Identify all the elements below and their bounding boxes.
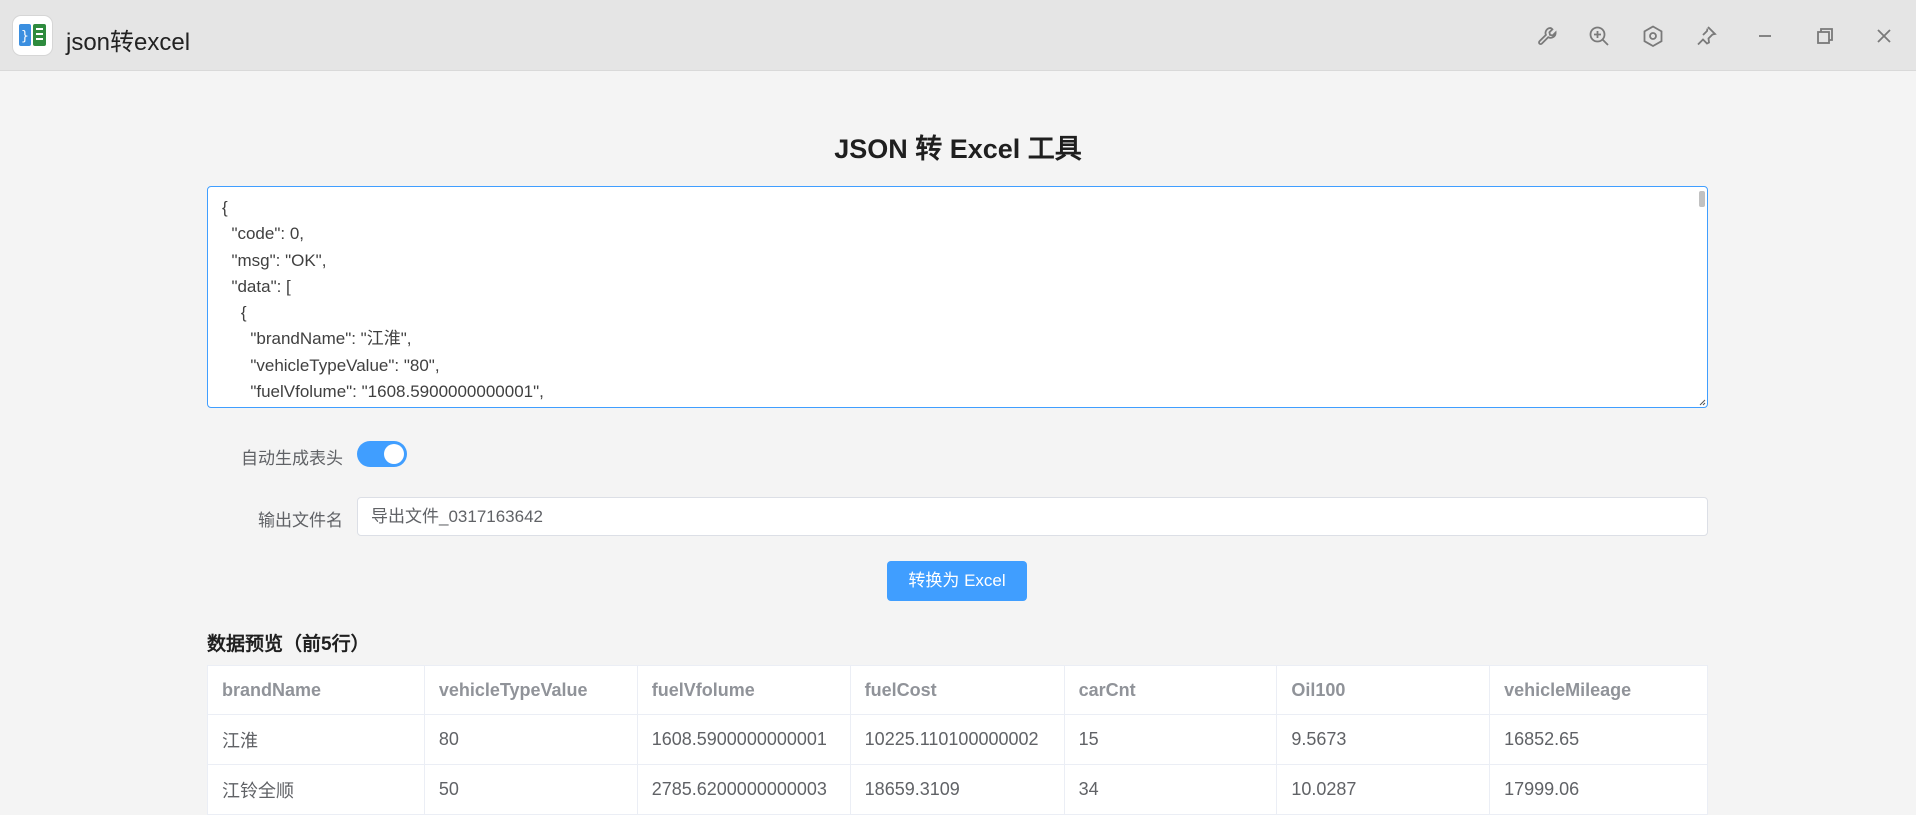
- column-header: vehicleTypeValue: [423, 665, 638, 715]
- column-header: fuelVfolume: [636, 665, 851, 715]
- json-input-textarea[interactable]: { "code": 0, "msg": "OK", "data": [ { "b…: [207, 186, 1708, 408]
- table-cell: 50: [423, 764, 638, 815]
- table-cell: 18659.3109: [849, 764, 1065, 815]
- table-header-row: brandName vehicleTypeValue fuelVfolume f…: [207, 665, 1708, 715]
- settings-hex-icon[interactable]: [1637, 20, 1669, 52]
- svg-text:}: }: [21, 29, 29, 44]
- table-row: 江铃全顺 50 2785.6200000000003 18659.3109 34…: [207, 764, 1708, 815]
- json-input-text[interactable]: { "code": 0, "msg": "OK", "data": [ { "b…: [222, 195, 544, 405]
- table-cell: 15: [1063, 714, 1278, 765]
- column-header: brandName: [207, 665, 425, 715]
- filename-input[interactable]: 导出文件_0317163642: [357, 497, 1708, 536]
- table-cell: 34: [1063, 764, 1278, 815]
- auto-header-label: 自动生成表头: [241, 449, 343, 468]
- title-bar: } json转excel: [0, 0, 1916, 71]
- table-cell: 16852.65: [1489, 714, 1708, 765]
- zoom-in-icon[interactable]: [1583, 20, 1615, 52]
- table-cell: 江铃全顺: [207, 764, 425, 815]
- table-row: 江淮 80 1608.5900000000001 10225.110100000…: [207, 714, 1708, 765]
- scrollbar-thumb[interactable]: [1699, 191, 1705, 207]
- pin-icon[interactable]: [1690, 20, 1722, 52]
- window-title: json转excel: [66, 29, 191, 56]
- column-header: Oil100: [1276, 665, 1491, 715]
- table-cell: 10.0287: [1276, 764, 1491, 815]
- toggle-knob: [384, 444, 404, 464]
- filename-label: 输出文件名: [258, 511, 343, 530]
- table-cell: 17999.06: [1489, 764, 1708, 815]
- restore-icon[interactable]: [1809, 20, 1841, 52]
- auto-header-toggle[interactable]: [357, 441, 407, 467]
- table-cell: 10225.110100000002: [849, 714, 1065, 765]
- convert-to-excel-button[interactable]: 转换为 Excel: [887, 561, 1027, 601]
- resize-grip-icon[interactable]: [1698, 398, 1706, 406]
- table-cell: 2785.6200000000003: [636, 764, 851, 815]
- table-cell: 80: [423, 714, 638, 765]
- page-title: JSON 转 Excel 工具: [834, 134, 1082, 164]
- wrench-icon[interactable]: [1532, 20, 1564, 52]
- close-icon[interactable]: [1868, 20, 1900, 52]
- column-header: carCnt: [1063, 665, 1278, 715]
- app-logo-icon: }: [13, 16, 52, 55]
- minimize-icon[interactable]: [1749, 20, 1781, 52]
- preview-table: brandName vehicleTypeValue fuelVfolume f…: [207, 665, 1708, 815]
- table-cell: 1608.5900000000001: [636, 714, 851, 765]
- table-cell: 江淮: [207, 714, 425, 765]
- table-cell: 9.5673: [1276, 714, 1491, 765]
- preview-title: 数据预览（前5行）: [207, 634, 370, 655]
- column-header: vehicleMileage: [1489, 665, 1708, 715]
- column-header: fuelCost: [849, 665, 1065, 715]
